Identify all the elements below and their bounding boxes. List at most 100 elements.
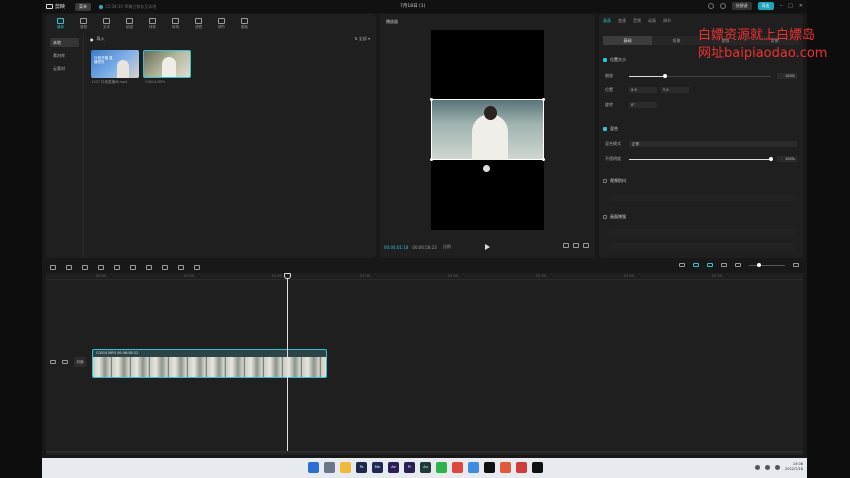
filter-dropdown[interactable]: ⇅ 全部 ▾ [354,36,370,42]
inspector-tab-3[interactable]: 动画 [648,18,656,24]
resize-handle-tl[interactable] [430,98,433,101]
import-bar[interactable]: ● 导入 [90,36,105,42]
media-encoder-icon[interactable]: Me [372,462,383,473]
play-icon[interactable] [485,244,490,250]
scale-slider[interactable] [629,73,771,78]
crop-icon[interactable] [194,264,200,270]
split-icon[interactable] [98,264,104,270]
app-icon[interactable] [468,462,479,473]
minimize-icon[interactable]: – [780,3,783,9]
clock[interactable]: 15:08 2022/7/18 [785,462,803,472]
enhance-checkbox[interactable] [603,215,607,219]
reverse-icon[interactable] [146,264,152,270]
close-icon[interactable]: ✕ [799,3,803,9]
preview-canvas[interactable] [430,30,545,230]
media-clip-2[interactable] [143,50,191,78]
media-tab-4[interactable]: 特效 [142,14,163,34]
lock-track-icon[interactable] [50,360,56,364]
cover-button[interactable]: 封面 [74,357,86,367]
maximize-icon[interactable]: □ [788,3,793,9]
zoom-knob[interactable] [757,262,761,267]
inspector-subtab-1[interactable]: 抠像 [652,36,701,45]
rotate-icon[interactable] [483,165,490,172]
capcut-icon[interactable] [532,462,543,473]
playhead-handle[interactable] [284,273,291,279]
timecode-mode[interactable]: 比例 [443,244,451,250]
resize-handle-bl[interactable] [430,158,433,161]
microphone-icon[interactable] [679,263,685,267]
opacity-slider[interactable] [629,156,773,161]
inspector-tab-2[interactable]: 音频 [633,18,641,24]
timeline-clip[interactable]: C0014.MP4 00:06:58:22 [92,349,327,378]
media-tab-7[interactable]: 调节 [211,14,232,34]
volume-icon[interactable] [775,464,781,470]
menu-button[interactable]: 菜单 [75,2,92,11]
wechat-icon[interactable] [436,462,447,473]
scale-value[interactable]: 100% [777,73,797,79]
original-ratio-icon[interactable] [563,243,569,248]
resize-handle-tr[interactable] [542,98,545,101]
wifi-icon[interactable] [765,464,771,470]
stabilize-checkbox[interactable] [603,179,607,183]
mirror-icon[interactable] [162,264,168,270]
inspector-tab-1[interactable]: 变速 [618,18,626,24]
sidebar-item-0[interactable]: 本地 [50,38,79,47]
media-tab-6[interactable]: 滤镜 [188,14,209,34]
shortcut-button[interactable]: 快捷键 [731,2,752,10]
auto-snap-icon[interactable] [707,263,713,267]
resize-handle-br[interactable] [542,158,545,161]
timeline-ruler[interactable]: 00:00 00:30 01:00 01:30 02:00 02:30 03:00 03:30 [46,273,803,280]
app-icon[interactable] [500,462,511,473]
export-button[interactable]: 导出 [757,2,774,10]
delete-icon[interactable] [114,264,120,270]
inspector-subtab-0[interactable]: 基础 [603,36,652,45]
media-tab-0[interactable]: 媒体 [50,14,71,34]
layout-icon[interactable] [719,3,726,9]
rotate-clip-icon[interactable] [178,264,184,270]
chrome-icon[interactable] [452,462,463,473]
media-tab-2[interactable]: 文本 [96,14,117,34]
video-frame[interactable] [430,98,545,161]
timeline-settings-icon[interactable] [793,263,799,267]
freeze-icon[interactable] [130,264,136,270]
media-tab-1[interactable]: 音频 [73,14,94,34]
position-y-field[interactable]: Y 0 [661,87,689,93]
rotate-field[interactable]: 0° [629,102,657,108]
undo-icon[interactable] [66,264,72,270]
app-icon[interactable] [516,462,527,473]
blend-mode-select[interactable]: 正常 [629,141,797,147]
select-tool-icon[interactable] [50,264,56,270]
search-icon[interactable] [324,462,335,473]
playhead[interactable] [287,273,288,451]
fullscreen-icon[interactable] [583,243,589,248]
scale-slider-knob[interactable] [662,73,667,78]
media-tab-3[interactable]: 贴纸 [119,14,140,34]
blend-checkbox[interactable] [603,127,607,131]
hide-track-icon[interactable] [62,360,68,364]
files-icon[interactable] [340,462,351,473]
position-x-field[interactable]: X 0 [629,87,657,93]
windows-icon[interactable] [308,462,319,473]
chevron-up-icon[interactable] [755,464,761,470]
tiktok-icon[interactable] [484,462,495,473]
media-tab-5[interactable]: 转场 [165,14,186,34]
sidebar-item-1[interactable]: 素材库 [50,51,79,60]
preview-axis-icon[interactable] [735,263,741,267]
position-checkbox[interactable] [603,58,607,62]
media-tab-8[interactable]: 模板 [234,14,255,34]
opacity-value[interactable]: 100% [777,156,797,162]
aspect-ratio-icon[interactable] [573,243,579,248]
inspector-tab-0[interactable]: 画面 [603,18,611,24]
after-effects-icon[interactable]: Ae [388,462,399,473]
link-icon[interactable] [721,263,727,267]
sidebar-item-2[interactable]: 云素材 [50,64,79,73]
redo-icon[interactable] [82,264,88,270]
media-clip-1[interactable]: 抖音开播 直播带货 [91,50,139,78]
photoshop-icon[interactable]: Ps [356,462,367,473]
inspector-tab-4[interactable]: 调节 [663,18,671,24]
timeline-zoom-slider[interactable] [749,262,785,267]
opacity-slider-knob[interactable] [769,156,773,161]
main-track-magnet-icon[interactable] [693,263,699,267]
feedback-icon[interactable] [707,3,714,9]
timeline-scrollbar[interactable] [46,451,803,453]
